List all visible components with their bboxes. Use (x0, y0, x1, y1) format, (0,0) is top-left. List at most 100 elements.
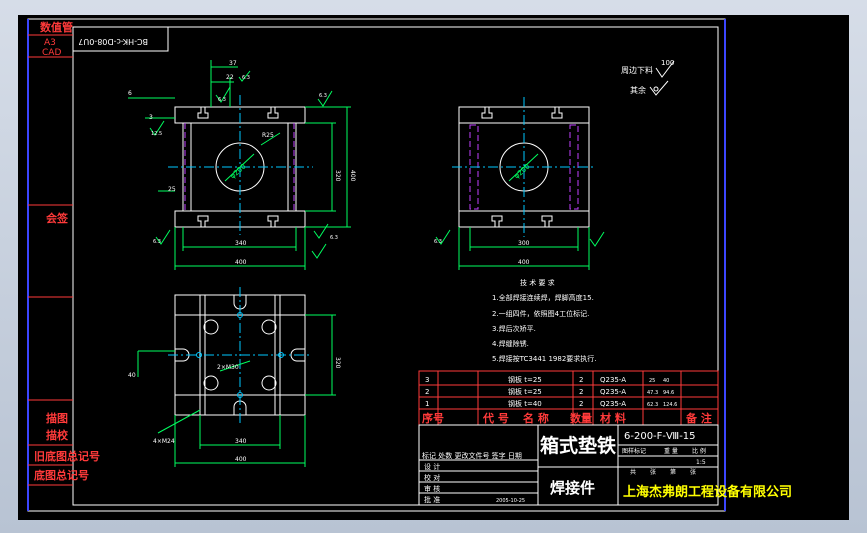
bom-row-mat: Q235-A (600, 388, 626, 396)
bolt-hole (203, 319, 219, 335)
bom-row-w2: 124.6 (663, 402, 677, 408)
rough-63: 6.3 (218, 97, 226, 103)
dim-6: 6 (128, 90, 132, 97)
rough-63e: 6.3 (330, 235, 338, 241)
strip-label-2: 描校 (46, 428, 69, 442)
tech-item-5: 5.焊接按TC3441 1982要求执行. (492, 354, 597, 363)
slot-icon (197, 215, 209, 227)
sign-row-2: 设 计 (424, 462, 440, 471)
tech-item-3: 3.焊后次矫平. (492, 324, 536, 333)
bottom-width-inner: 340 (235, 438, 247, 445)
dia-label: φ200 (229, 162, 248, 180)
strip-label-1: 描图 (46, 411, 68, 425)
bom-frame (418, 370, 719, 426)
bom-row-qty: 2 (579, 400, 583, 408)
roughness-rest-label: 其余 (630, 85, 646, 95)
sheet-count-4: 张 (690, 468, 696, 476)
dim-r25: R25 (262, 132, 274, 139)
side-view: φ200 300 400 6.3 (434, 97, 605, 270)
bom-row-qty: 2 (579, 388, 583, 396)
bom-table: 3 钢板 t=25 2 Q235-A 25 40 2 钢板 t=25 2 Q23… (418, 370, 719, 426)
tech-item-4: 4.焊缝除锈. (492, 339, 529, 348)
plan-view: 2×M30 320 40 4×M24 340 400 (128, 287, 341, 467)
strip-label-4: 底图总记号 (34, 468, 89, 482)
title-block: 箱式垫铁 6-200-F-Ⅷ-15 图样标记 重 量 比 例 1:5 共 张 第… (418, 424, 792, 506)
bom-row-w2: 94.6 (663, 390, 674, 396)
bom-header-qty: 数量 (570, 411, 592, 425)
inner-border (72, 26, 719, 506)
bom-row-no: 3 (425, 376, 429, 384)
roughness-circle-icon (653, 86, 659, 92)
sheet-count-2: 张 (650, 468, 656, 476)
bom-row-w1: 47.3 (647, 390, 658, 396)
dim-37: 37 (229, 60, 237, 67)
bom-header-code: 代 号 (482, 411, 509, 425)
bom-row-qty: 2 (579, 376, 583, 384)
part-name: 箱式垫铁 (540, 434, 616, 457)
viewer-frame: BC-HK-c-D08-0U7 数值管 A3 CAD 会签 描图 描校 旧底图总… (0, 0, 867, 533)
bolt-hole (261, 375, 277, 391)
bom-header-mat: 材 料 (600, 411, 626, 425)
paper-size: A3 (44, 38, 56, 48)
sign-row-3: 校 对 (424, 473, 440, 482)
side-width-outer: 400 (518, 259, 530, 266)
bom-header-name: 名 称 (523, 411, 549, 425)
front-view: φ200 340 400 320 400 25 R25 37 22 6.3 6.… (128, 60, 356, 270)
slot-icon (551, 107, 563, 119)
sign-date: 2005-10-25 (496, 498, 525, 504)
bom-header-no: 序号 (422, 411, 444, 425)
sign-row-4: 审 核 (424, 484, 440, 493)
slot-icon (197, 107, 209, 119)
rough-12: 12.5 (151, 131, 162, 137)
bom-header-remark: 备 注 (685, 411, 712, 425)
scale-value: 1:5 (696, 459, 706, 466)
slot-icon (491, 215, 503, 227)
bottom-height: 320 (334, 357, 341, 369)
slot-icon (267, 215, 279, 227)
bom-row-mat: Q235-A (600, 376, 626, 384)
left-dim: 40 (128, 372, 136, 379)
bom-row-w1: 25 (649, 378, 655, 384)
sign-row-1: 标记 处数 更改文件号 签字 日期 (422, 451, 522, 460)
dim-3: 3 (149, 114, 153, 121)
bom-row-mat: Q235-A (600, 400, 626, 408)
rough-63c: 6.3 (319, 93, 327, 99)
bom-row-w1: 62.3 (647, 402, 658, 408)
bom-row-name: 钢板 t=25 (508, 375, 542, 384)
company-name: 上海杰弗朗工程设备有限公司 (623, 484, 792, 500)
cad-drawing: BC-HK-c-D08-0U7 数值管 A3 CAD 会签 描图 描校 旧底图总… (27, 18, 792, 512)
bom-row-name: 钢板 t=25 (508, 387, 542, 396)
slot-icon (541, 215, 553, 227)
roughness-icon (313, 223, 329, 239)
sign-row-5: 批 准 (424, 495, 440, 504)
side-dia-label: φ200 (513, 162, 532, 180)
bom-row-name: 钢板 t=40 (508, 399, 542, 408)
sign-label: 会签 (46, 211, 69, 225)
bom-row-w2: 40 (663, 378, 669, 384)
roughness-icon (311, 243, 327, 259)
tech-requirements: 技 术 要 求 1.全部焊接连续焊，焊脚高度15. 2.一组四件，依照图4工位标… (492, 278, 597, 363)
hole-label: 2×M30 (217, 364, 239, 371)
rough-63d: 6.3 (153, 239, 161, 245)
front-width-inner: 340 (235, 240, 247, 247)
slot-icon (481, 107, 493, 119)
tech-title: 技 术 要 求 (520, 278, 555, 287)
tech-item-1: 1.全部焊接连续焊，焊脚高度15. (492, 293, 594, 302)
rough-63b: 6.3 (242, 75, 250, 81)
stage-label-1: 图样标记 (622, 447, 646, 455)
roughness-label-right: 周边下料 (621, 65, 653, 75)
slot-icon (267, 107, 279, 119)
doc-code: 6-200-F-Ⅷ-15 (624, 431, 696, 442)
bolt-label: 4×M24 (153, 438, 175, 445)
outer-border (27, 18, 726, 512)
sheet-count-3: 第 (670, 468, 676, 476)
roughness-rest-icon (649, 80, 669, 96)
front-height-outer: 400 (349, 170, 356, 182)
bolt-hole (203, 375, 219, 391)
leader (157, 409, 201, 434)
sheet-label: 数值管 (40, 20, 73, 34)
dim-22: 22 (226, 74, 234, 81)
drawing-no: BC-HK-c-D08-0U7 (78, 37, 148, 46)
bom-row-no: 2 (425, 388, 429, 396)
bolt-hole (261, 319, 277, 335)
